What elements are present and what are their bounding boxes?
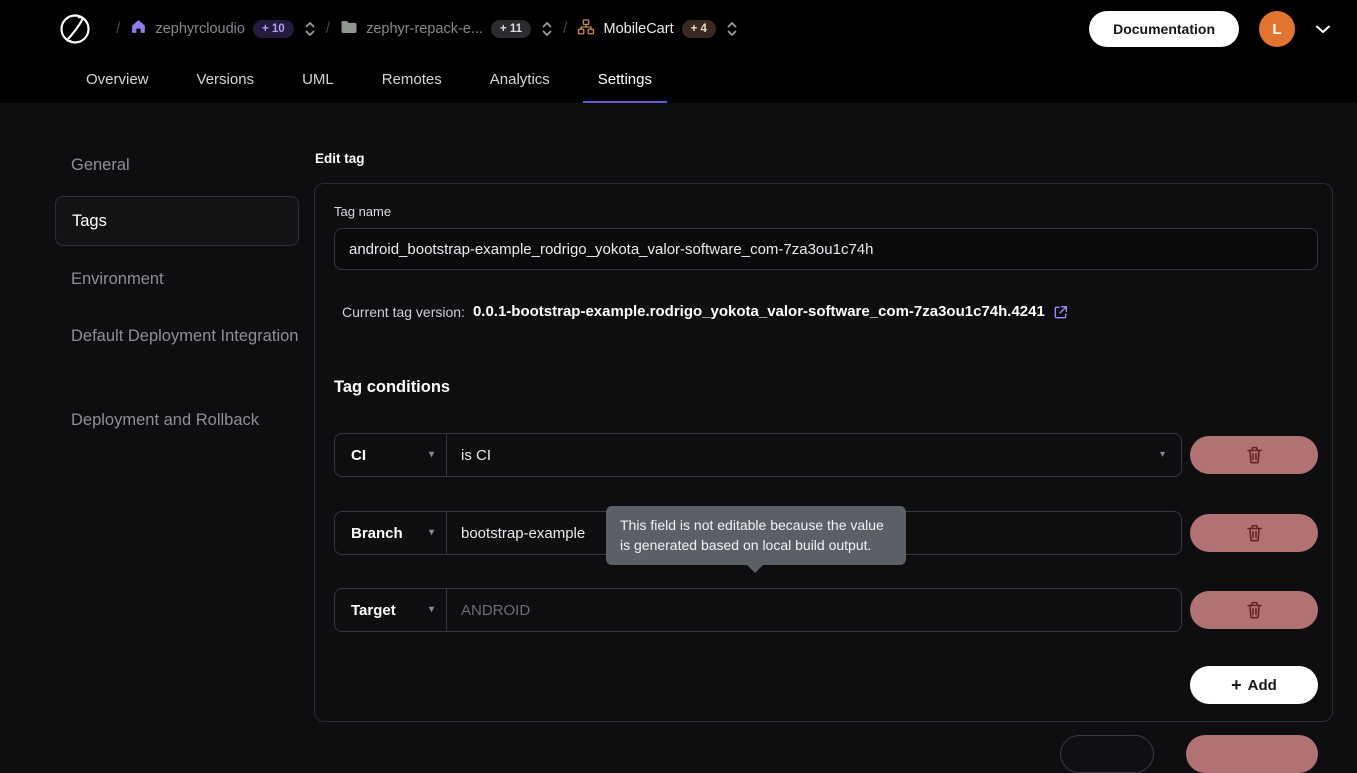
repo-switcher-chevrons-icon[interactable] <box>541 19 553 39</box>
page-title: Edit tag <box>315 151 365 166</box>
add-condition-button[interactable]: + Add <box>1190 666 1318 704</box>
chevron-down-icon: ▾ <box>429 450 434 460</box>
condition-value-select[interactable]: is CI ▾ <box>447 434 1181 476</box>
topbar-right-cluster: Documentation L <box>1089 11 1331 47</box>
current-version-label: Current tag version: <box>342 304 465 320</box>
external-link-icon[interactable] <box>1053 304 1069 320</box>
tab-settings[interactable]: Settings <box>583 58 667 103</box>
zephyr-logo-icon[interactable] <box>56 10 94 48</box>
repo-count-badge: + 11 <box>491 20 531 38</box>
breadcrumb: / zephyrcloudio + 10 / zephyr-r <box>0 0 1357 58</box>
sidebar-item-tags[interactable]: Tags <box>55 196 299 246</box>
breadcrumb-separator: / <box>326 20 330 38</box>
tab-analytics[interactable]: Analytics <box>475 58 565 103</box>
condition-row-ci: CI ▾ is CI ▾ <box>334 433 1182 477</box>
tab-overview[interactable]: Overview <box>71 58 164 103</box>
tab-remotes[interactable]: Remotes <box>367 58 457 103</box>
current-version-line: Current tag version: 0.0.1-bootstrap-exa… <box>342 303 1069 320</box>
sidebar-item-environment[interactable]: Environment <box>71 266 164 293</box>
tag-conditions-title: Tag conditions <box>334 378 450 397</box>
delete-condition-button[interactable] <box>1190 436 1318 474</box>
app-count-badge: + 4 <box>682 20 716 38</box>
folder-icon <box>340 19 358 40</box>
not-editable-tooltip: This field is not editable because the v… <box>606 506 906 565</box>
condition-type-select[interactable]: Branch ▾ <box>335 512 447 554</box>
app-hierarchy-icon <box>577 18 595 41</box>
app-switcher-chevrons-icon[interactable] <box>726 19 738 39</box>
delete-condition-button[interactable] <box>1190 591 1318 629</box>
condition-value-label: ANDROID <box>461 602 530 619</box>
breadcrumb-app[interactable]: MobileCart + 4 <box>577 18 737 41</box>
add-button-label: Add <box>1248 677 1277 694</box>
documentation-button[interactable]: Documentation <box>1089 11 1239 47</box>
partial-danger-button[interactable] <box>1186 735 1318 773</box>
org-count-badge: + 10 <box>253 20 294 38</box>
condition-value-field-disabled: ANDROID <box>447 589 1181 631</box>
condition-type-label: Branch <box>351 525 403 542</box>
tab-versions[interactable]: Versions <box>182 58 270 103</box>
breadcrumb-separator: / <box>116 20 120 38</box>
chevron-down-icon: ▾ <box>429 528 434 538</box>
current-version-value: 0.0.1-bootstrap-example.rodrigo_yokota_v… <box>473 303 1045 320</box>
tag-name-label: Tag name <box>334 204 391 219</box>
user-menu-chevron-down-icon[interactable] <box>1315 24 1331 34</box>
home-icon <box>130 18 147 40</box>
avatar[interactable]: L <box>1259 11 1295 47</box>
condition-value-label: is CI <box>461 447 491 464</box>
topbar: / zephyrcloudio + 10 / zephyr-r <box>0 0 1357 103</box>
tag-name-input[interactable] <box>334 228 1318 270</box>
breadcrumb-org[interactable]: zephyrcloudio + 10 <box>130 18 315 40</box>
breadcrumb-repo[interactable]: zephyr-repack-e... + 11 <box>340 19 553 40</box>
tooltip-text: This field is not editable because the v… <box>620 517 884 553</box>
condition-type-label: CI <box>351 447 366 464</box>
condition-type-select[interactable]: Target ▾ <box>335 589 447 631</box>
edit-tag-panel: Tag name Current tag version: 0.0.1-boot… <box>314 183 1333 722</box>
delete-condition-button[interactable] <box>1190 514 1318 552</box>
tab-uml[interactable]: UML <box>287 58 349 103</box>
plus-icon: + <box>1231 675 1242 696</box>
condition-type-label: Target <box>351 602 396 619</box>
condition-type-select[interactable]: CI ▾ <box>335 434 447 476</box>
app-label[interactable]: MobileCart <box>603 21 673 37</box>
partial-secondary-button[interactable] <box>1060 735 1154 773</box>
chevron-down-icon: ▾ <box>1160 450 1165 460</box>
org-label[interactable]: zephyrcloudio <box>155 21 244 37</box>
nav-tabs: Overview Versions UML Remotes Analytics … <box>0 58 1357 103</box>
tooltip-arrow <box>746 564 764 573</box>
sidebar-item-deployment-and-rollback[interactable]: Deployment and Rollback <box>71 407 311 434</box>
chevron-down-icon: ▾ <box>429 605 434 615</box>
condition-row-target: Target ▾ ANDROID <box>334 588 1182 632</box>
repo-label[interactable]: zephyr-repack-e... <box>366 21 483 37</box>
condition-value-label: bootstrap-example <box>461 525 585 542</box>
sidebar-item-default-deployment-integration[interactable]: Default Deployment Integration <box>71 323 299 350</box>
org-switcher-chevrons-icon[interactable] <box>304 19 316 39</box>
sidebar-item-general[interactable]: General <box>71 152 130 179</box>
breadcrumb-separator: / <box>563 20 567 38</box>
sidebar-item-label: Tags <box>72 212 107 231</box>
